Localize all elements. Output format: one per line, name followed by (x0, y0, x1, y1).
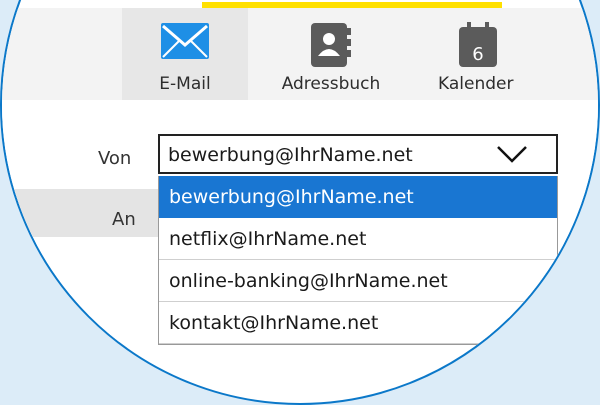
from-address-select[interactable]: bewerbung@IhrName.net (158, 134, 558, 174)
to-label: An (112, 209, 136, 230)
address-book-icon (309, 22, 353, 72)
dropdown-option-online-banking[interactable]: online-banking@IhrName.net (159, 260, 557, 302)
compose-form: Von An bewerbung@IhrName.net bewerbung@I… (2, 100, 598, 345)
from-address-dropdown: bewerbung@IhrName.net netflix@IhrName.ne… (158, 176, 558, 345)
tab-address-book-label: Adressbuch (281, 74, 381, 94)
calendar-icon: 6 (458, 22, 498, 72)
from-label: Von (98, 148, 132, 169)
tab-address-book[interactable]: Adressbuch (264, 8, 398, 100)
tab-calendar[interactable]: 6 Kalender (428, 8, 538, 100)
dropdown-option-kontakt[interactable]: kontakt@IhrName.net (159, 302, 557, 344)
dropdown-option-bewerbung[interactable]: bewerbung@IhrName.net (159, 176, 557, 218)
calendar-day-number: 6 (472, 44, 483, 65)
dropdown-option-netflix[interactable]: netflix@IhrName.net (159, 218, 557, 260)
envelope-icon (160, 22, 210, 64)
tab-calendar-label: Kalender (438, 74, 514, 94)
main-toolbar: E-Mail Adressbuch 6 Kalender (2, 8, 598, 100)
chevron-down-icon[interactable] (496, 144, 528, 168)
tab-email-label: E-Mail (159, 74, 211, 94)
magnifier-lens: E-Mail Adressbuch 6 Kalender Von An bewe… (0, 0, 600, 405)
from-address-value: bewerbung@IhrName.net (168, 144, 413, 166)
tab-email[interactable]: E-Mail (122, 8, 248, 100)
mail-compose-view: E-Mail Adressbuch 6 Kalender Von An bewe… (2, 2, 598, 345)
